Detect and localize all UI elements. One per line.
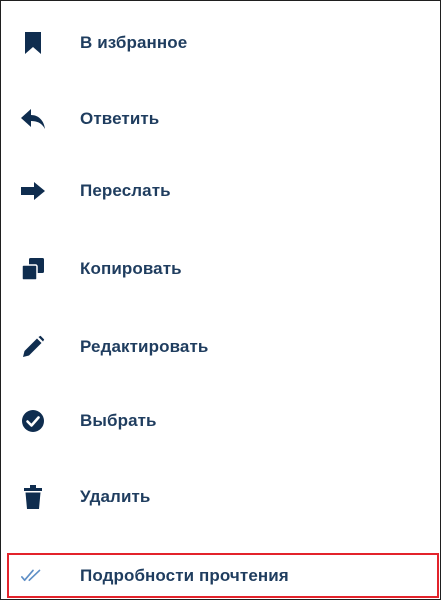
menu-item-label: Ответить: [80, 109, 160, 128]
menu-item-select[interactable]: Выбрать: [1, 397, 440, 445]
double-check-icon: [20, 563, 46, 589]
reply-icon: [20, 106, 46, 132]
menu-item-forward[interactable]: Переслать: [1, 167, 440, 215]
menu-item-label: Подробности прочтения: [80, 566, 289, 585]
menu-item-label: Редактировать: [80, 337, 209, 356]
pencil-icon: [20, 334, 46, 360]
menu-item-copy[interactable]: Копировать: [1, 245, 440, 293]
menu-item-label: Удалить: [80, 487, 151, 506]
menu-item-reply[interactable]: Ответить: [1, 95, 440, 143]
trash-icon: [20, 484, 46, 510]
menu-item-read-details[interactable]: Подробности прочтения: [1, 552, 440, 600]
menu-item-label: В избранное: [80, 33, 188, 52]
menu-item-label: Переслать: [80, 181, 171, 200]
menu-item-label: Копировать: [80, 259, 182, 278]
bookmark-icon: [20, 30, 46, 56]
menu-item-label: Выбрать: [80, 411, 157, 430]
menu-item-edit[interactable]: Редактировать: [1, 323, 440, 371]
context-menu: В избранное Ответить Переслать Копироват…: [0, 0, 441, 600]
check-circle-icon: [20, 408, 46, 434]
forward-arrow-icon: [20, 178, 46, 204]
menu-item-favorite[interactable]: В избранное: [1, 19, 440, 67]
menu-item-delete[interactable]: Удалить: [1, 473, 440, 521]
copy-icon: [20, 256, 46, 282]
